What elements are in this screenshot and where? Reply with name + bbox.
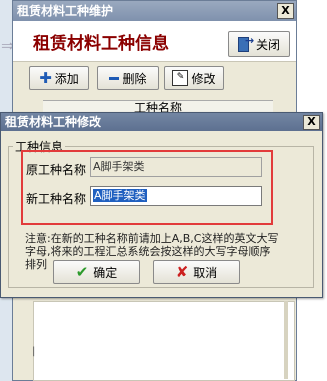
close-button-label: 关闭 (255, 37, 280, 52)
dialog-close-x-button[interactable]: X (303, 115, 320, 130)
original-name-label: 原工种名称 (26, 163, 87, 177)
original-name-value: A脚手架类 (93, 160, 145, 173)
list-marker: | (32, 346, 36, 357)
cancel-button-label: 取消 (193, 265, 218, 280)
add-button[interactable]: ✚ 添加 (29, 66, 89, 90)
new-name-value: A脚手架类 (93, 189, 147, 202)
record-list[interactable] (33, 301, 295, 381)
add-button-label: 添加 (54, 71, 79, 86)
new-name-input[interactable]: A脚手架类 (90, 186, 262, 206)
new-name-label: 新工种名称 (26, 192, 87, 206)
confirm-button-label: 确定 (93, 265, 118, 280)
edit-button-label: 修改 (191, 71, 216, 86)
minus-icon (109, 76, 120, 80)
edit-button[interactable]: ✎ 修改 (164, 66, 224, 90)
cancel-button[interactable]: ✘ 取消 (153, 260, 240, 284)
cancel-x-icon: ✘ (175, 263, 189, 281)
edit-dialog: 租赁材料工种修改 X 工种信息 原工种名称 A脚手架类 新工种名称 A脚手架类 … (0, 112, 323, 298)
background-titlebar: 租赁材料工种维护 X (13, 1, 296, 21)
page-heading: 租赁材料工种信息 (33, 34, 169, 54)
edit-icon: ✎ (172, 70, 189, 86)
delete-button[interactable]: 删除 (97, 66, 159, 90)
toolbar: ✚ 添加 删除 ✎ 修改 (13, 62, 296, 92)
close-button[interactable]: 关闭 (228, 31, 290, 57)
confirm-button[interactable]: ✔ 确定 (53, 260, 140, 284)
delete-button-label: 删除 (122, 71, 147, 86)
plus-icon: ✚ (39, 69, 52, 87)
scrollbar[interactable] (284, 301, 288, 379)
background-title: 租赁材料工种维护 (17, 4, 114, 18)
exit-door-icon (237, 34, 254, 52)
dialog-title: 租赁材料工种修改 (5, 115, 102, 129)
original-name-field: A脚手架类 (90, 157, 262, 177)
background-close-x-button[interactable]: X (277, 3, 294, 19)
check-icon: ✔ (75, 263, 89, 281)
background-header: 租赁材料工种信息 关闭 (13, 21, 296, 62)
dialog-titlebar: 租赁材料工种修改 X (1, 113, 322, 131)
